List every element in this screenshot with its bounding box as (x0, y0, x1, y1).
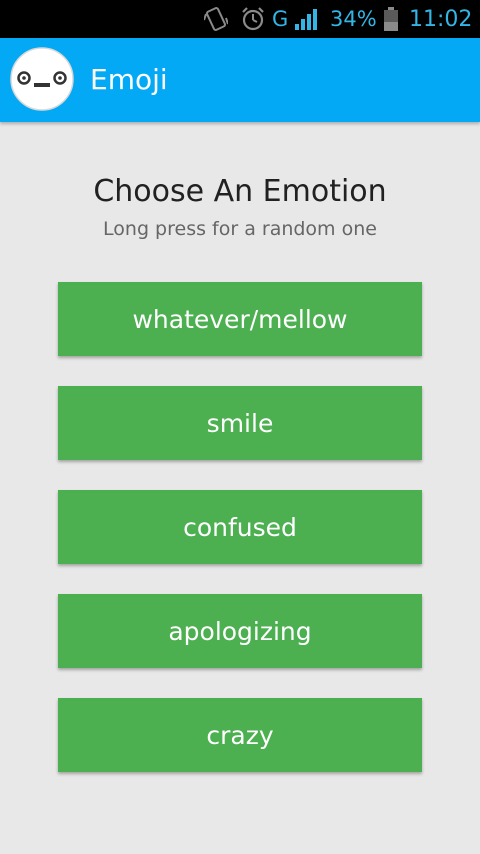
page-subtitle: Long press for a random one (103, 218, 377, 240)
signal-icon (294, 0, 318, 38)
emotion-button-crazy[interactable]: crazy (58, 698, 422, 772)
page-title: Choose An Emotion (93, 174, 387, 209)
emotion-button-whatever-mellow[interactable]: whatever/mellow (58, 282, 422, 356)
emotion-button-apologizing[interactable]: apologizing (58, 594, 422, 668)
battery-percent-label: 34% (330, 7, 377, 31)
alarm-icon (240, 0, 266, 38)
emotion-button-confused[interactable]: confused (58, 490, 422, 564)
action-bar: Emoji (0, 38, 480, 122)
clock-label: 11:02 (409, 6, 473, 32)
emoji-face-icon[interactable] (10, 47, 74, 111)
status-bar: G 34% 11:02 (0, 0, 480, 38)
network-type-label: G (272, 7, 289, 31)
battery-icon (383, 0, 399, 38)
vibrate-icon (204, 0, 228, 38)
emotion-button-smile[interactable]: smile (58, 386, 422, 460)
app-title: Emoji (90, 63, 168, 96)
